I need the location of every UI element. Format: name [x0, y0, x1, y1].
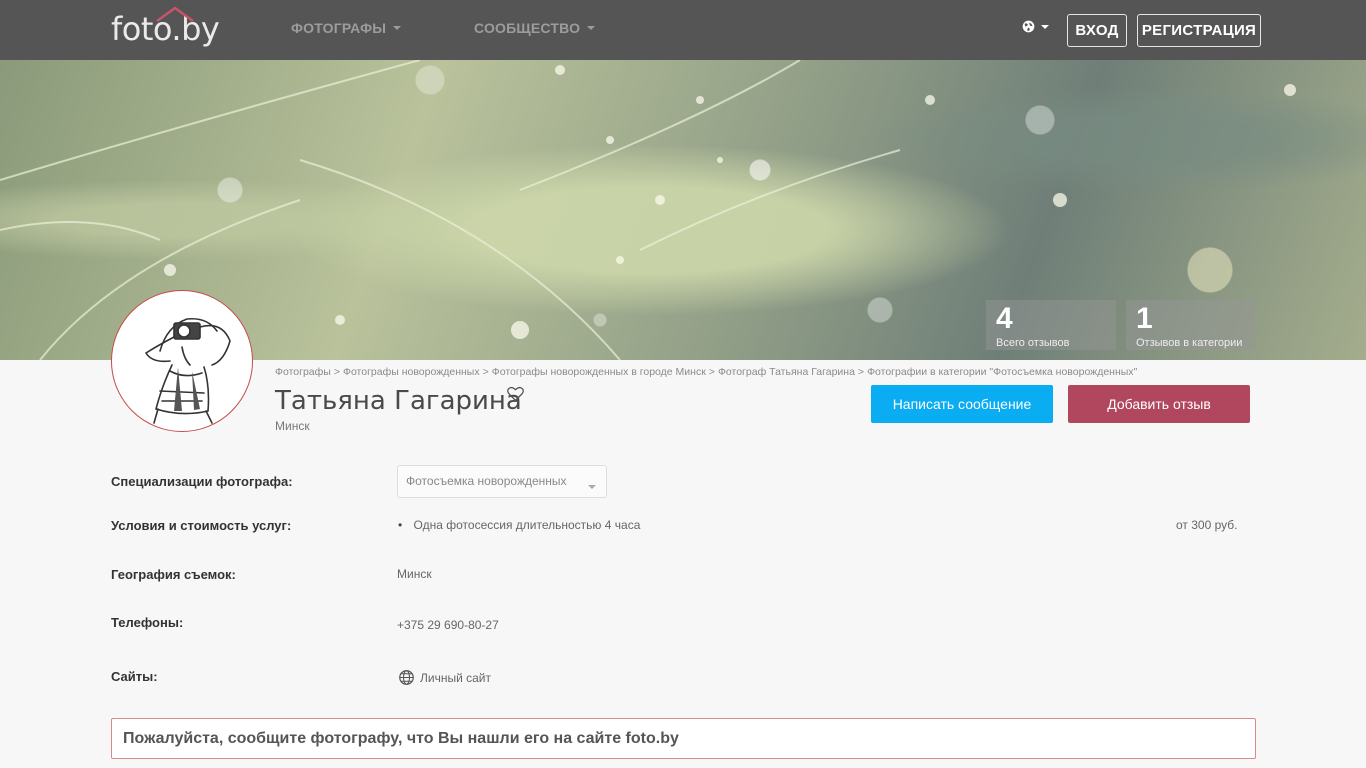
site-logo[interactable]: foto.by — [111, 6, 220, 52]
avatar[interactable] — [111, 290, 253, 432]
specialization-selected-value: Фотосъемка новорожденных — [406, 474, 567, 488]
nav-photographers-label: ФОТОГРАФЫ — [291, 20, 387, 36]
specializations-label: Специализации фотографа: — [111, 474, 293, 489]
stat-total-reviews-label: Всего отзывов — [996, 337, 1070, 349]
phone-value: +375 29 690-80-27 — [397, 618, 499, 632]
breadcrumb-item[interactable]: Фотографы новорожденных — [343, 366, 480, 378]
nav-community[interactable]: СООБЩЕСТВО — [474, 20, 596, 36]
heart-icon[interactable] — [507, 386, 524, 402]
stat-category-reviews: 1 Отзывов в категории — [1126, 300, 1256, 350]
add-review-button[interactable]: Добавить отзыв — [1068, 385, 1250, 423]
breadcrumb-separator: > — [857, 366, 865, 378]
sites-label: Сайты: — [111, 669, 158, 684]
top-navbar: foto.by ФОТОГРАФЫ СООБЩЕСТВО ВХОД РЕГИСТ… — [0, 0, 1366, 60]
conditions-label: Условия и стоимость услуг: — [111, 518, 292, 533]
stat-category-reviews-label: Отзывов в категории — [1136, 337, 1243, 349]
stat-total-reviews-value: 4 — [996, 302, 1013, 335]
nav-community-label: СООБЩЕСТВО — [474, 20, 581, 36]
chevron-down-icon — [588, 485, 596, 489]
service-item: • Одна фотосессия длительностью 4 часа — [398, 518, 640, 532]
photographer-name: Татьяна Гагарина — [275, 386, 522, 416]
nav-photographers[interactable]: ФОТОГРАФЫ — [291, 20, 402, 36]
service-price: от 300 руб. — [1176, 518, 1238, 532]
specialization-select[interactable]: Фотосъемка новорожденных — [397, 465, 607, 498]
geography-value: Минск — [397, 567, 432, 581]
breadcrumb-separator: > — [708, 366, 715, 378]
phones-label: Телефоны: — [111, 615, 184, 630]
notice-text: Пожалуйста, сообщите фотографу, что Вы н… — [123, 730, 679, 747]
breadcrumb-item[interactable]: Фотографии в категории "Фотосъемка новор… — [867, 366, 1137, 378]
personal-site-link[interactable]: Личный сайт — [399, 670, 491, 685]
chevron-down-icon — [1041, 24, 1049, 29]
breadcrumb-item[interactable]: Фотограф Татьяна Гагарина — [718, 366, 855, 378]
logo-roof-icon — [156, 6, 194, 22]
language-selector[interactable] — [1022, 20, 1049, 33]
stat-category-reviews-value: 1 — [1136, 302, 1153, 335]
breadcrumb-separator: > — [333, 366, 340, 378]
globe-icon — [1022, 20, 1035, 33]
globe-icon — [399, 670, 414, 685]
login-button[interactable]: ВХОД — [1067, 14, 1127, 47]
photographer-city: Минск — [275, 419, 310, 433]
chevron-down-icon — [587, 26, 596, 30]
chevron-down-icon — [393, 26, 402, 30]
stat-total-reviews: 4 Всего отзывов — [986, 300, 1116, 350]
bullet-icon: • — [398, 518, 403, 532]
breadcrumb-item[interactable]: Фотографы новорожденных в городе Минск — [492, 366, 706, 378]
breadcrumb-item[interactable]: Фотографы — [275, 366, 331, 378]
notice-banner: Пожалуйста, сообщите фотографу, что Вы н… — [111, 718, 1256, 759]
breadcrumb-separator: > — [482, 366, 489, 378]
photographer-sketch-icon — [144, 317, 231, 424]
write-message-button[interactable]: Написать сообщение — [871, 385, 1053, 423]
register-button[interactable]: РЕГИСТРАЦИЯ — [1137, 14, 1261, 47]
personal-site-label: Личный сайт — [420, 670, 491, 685]
breadcrumb: Фотографы > Фотографы новорожденных > Фо… — [275, 366, 1137, 378]
geography-label: География съемок: — [111, 567, 236, 582]
service-description: Одна фотосессия длительностью 4 часа — [413, 518, 641, 532]
